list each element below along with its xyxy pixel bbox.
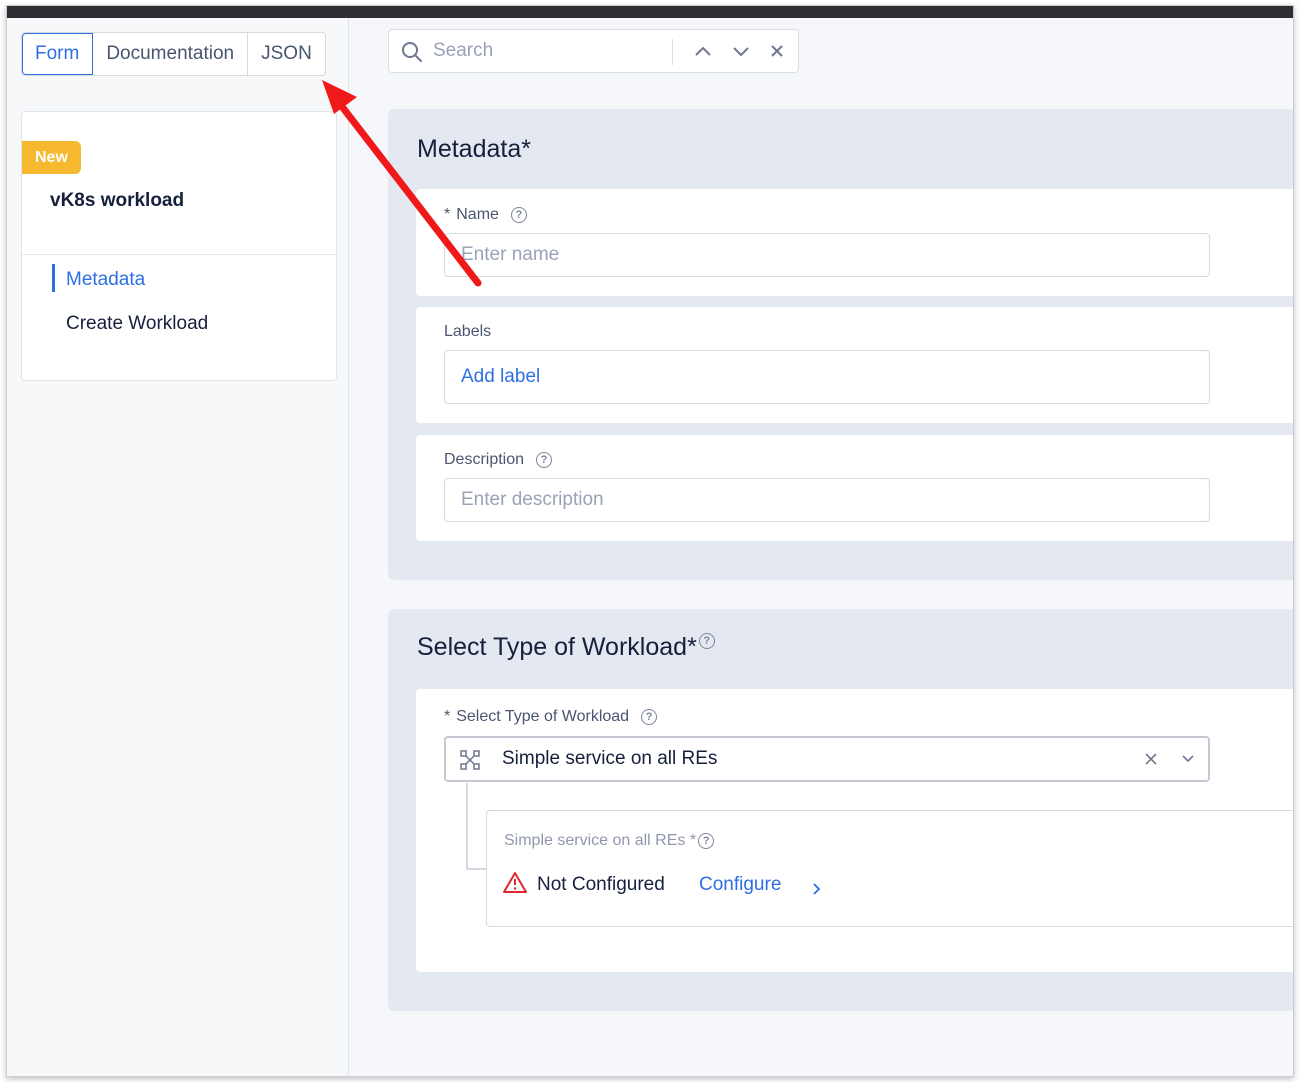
- simple-service-label: Simple service on all REs * ?: [504, 832, 715, 850]
- view-tabs: Form Documentation JSON: [21, 32, 326, 76]
- chevron-down-icon[interactable]: [730, 40, 752, 62]
- nav-item-metadata[interactable]: Metadata: [66, 269, 145, 291]
- tab-json[interactable]: JSON: [248, 33, 325, 75]
- search-bar: [388, 29, 799, 73]
- object-summary-card: New vK8s workload Metadata Create Worklo…: [21, 111, 337, 381]
- clear-icon[interactable]: [1143, 751, 1159, 767]
- workload-type-icon: [460, 750, 480, 770]
- labels-label: Labels: [444, 323, 492, 340]
- status-text: Not Configured: [537, 874, 665, 895]
- metadata-section-title: Metadata*: [417, 135, 531, 163]
- warning-icon: [503, 872, 527, 893]
- chevron-right-icon[interactable]: [811, 881, 823, 897]
- tab-form[interactable]: Form: [22, 33, 94, 75]
- tree-connector: [466, 868, 487, 870]
- workload-type-value: Simple service on all REs: [502, 748, 718, 769]
- search-separator: [672, 39, 673, 65]
- description-label: Description ?: [444, 451, 553, 469]
- workload-type-label: * Select Type of Workload ?: [444, 708, 658, 726]
- workload-section-title: Select Type of Workload*?: [417, 633, 715, 662]
- name-input[interactable]: [444, 233, 1210, 277]
- window-top-bar: [7, 6, 1293, 18]
- name-field-group: * Name ?: [416, 189, 1293, 296]
- workload-field-group: * Select Type of Workload ? Simple servi…: [416, 689, 1293, 972]
- help-icon[interactable]: ?: [536, 452, 553, 468]
- close-icon[interactable]: [766, 40, 788, 62]
- name-label: * Name ?: [444, 206, 527, 224]
- tree-connector: [466, 783, 468, 869]
- help-icon[interactable]: ?: [641, 709, 658, 725]
- nav-item-create-workload[interactable]: Create Workload: [66, 313, 208, 335]
- configure-link[interactable]: Configure: [699, 874, 781, 896]
- object-title: vK8s workload: [50, 190, 185, 211]
- help-icon[interactable]: ?: [698, 833, 715, 849]
- description-field-group: Description ?: [416, 435, 1293, 541]
- card-divider: [22, 254, 336, 255]
- labels-field-group: Labels Add label: [416, 307, 1293, 423]
- metadata-section: Metadata* * Name ? Labels Add label Desc…: [388, 109, 1293, 580]
- sidebar: Form Documentation JSON New vK8s workloa…: [7, 18, 349, 1076]
- chevron-up-icon[interactable]: [692, 40, 714, 62]
- chevron-down-icon[interactable]: [1179, 749, 1197, 767]
- simple-service-card: Simple service on all REs * ? Not Config…: [486, 810, 1293, 927]
- workload-section: Select Type of Workload*? * Select Type …: [388, 609, 1293, 1011]
- active-nav-indicator: [52, 264, 55, 292]
- description-input[interactable]: [444, 478, 1210, 522]
- help-icon[interactable]: ?: [510, 207, 527, 223]
- app-window: Form Documentation JSON New vK8s workloa…: [6, 5, 1294, 1077]
- new-badge: New: [22, 141, 81, 174]
- search-input[interactable]: [433, 38, 663, 64]
- workload-type-select[interactable]: Simple service on all REs: [444, 736, 1210, 782]
- tab-documentation[interactable]: Documentation: [93, 33, 249, 75]
- add-label-button[interactable]: Add label: [444, 350, 1210, 404]
- search-icon: [402, 42, 422, 62]
- help-icon[interactable]: ?: [698, 633, 715, 649]
